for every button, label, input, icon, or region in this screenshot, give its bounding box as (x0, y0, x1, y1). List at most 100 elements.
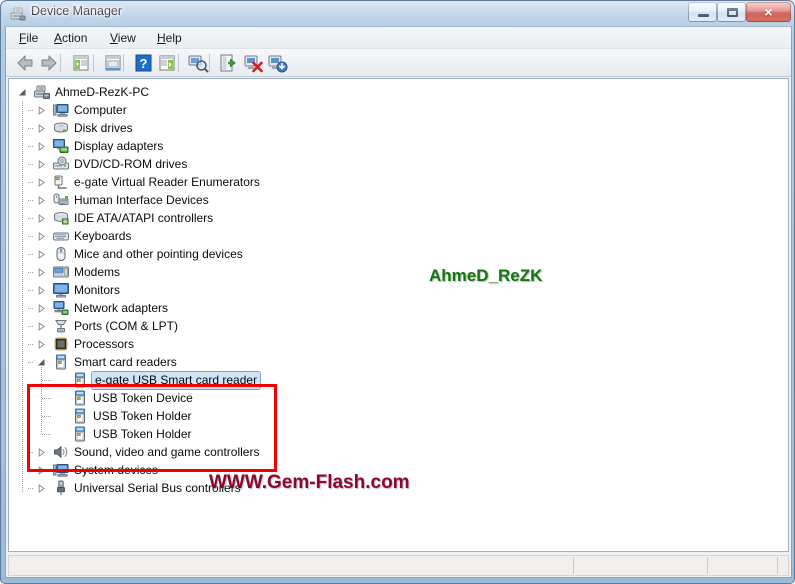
tree-item-label[interactable]: System devices (72, 462, 160, 478)
tree-connector-line (28, 200, 33, 201)
tree-item-label[interactable]: Computer (72, 102, 129, 118)
mouse-icon (53, 246, 69, 262)
tree-item[interactable]: System devices (9, 461, 788, 479)
device-manager-window: Device Manager × File Action View Help ? Ah… (0, 0, 795, 584)
tree-item[interactable]: e-gate Virtual Reader Enumerators (9, 173, 788, 191)
expand-triangle-icon[interactable] (37, 106, 46, 115)
usb-controller-icon (53, 480, 69, 496)
expand-triangle-icon[interactable] (37, 250, 46, 259)
tree-item[interactable]: Universal Serial Bus controllers (9, 479, 788, 497)
tree-item-label[interactable]: Monitors (72, 282, 122, 298)
tree-item[interactable]: Modems (9, 263, 788, 281)
collapse-triangle-icon[interactable] (18, 88, 27, 97)
back-button[interactable] (14, 52, 36, 74)
tree-item[interactable]: Disk drives (9, 119, 788, 137)
tree-item[interactable]: e-gate USB Smart card reader (9, 371, 788, 390)
tree-item-label[interactable]: Sound, video and game controllers (72, 444, 261, 460)
tree-item-label[interactable]: Human Interface Devices (72, 192, 211, 208)
forward-button[interactable] (38, 52, 60, 74)
expand-triangle-icon[interactable] (37, 340, 46, 349)
tree-item-label[interactable]: DVD/CD-ROM drives (72, 156, 189, 172)
smartcard-reader-icon (53, 354, 69, 370)
tree-item[interactable]: Network adapters (9, 299, 788, 317)
expand-triangle-icon[interactable] (37, 178, 46, 187)
tree-item[interactable]: Monitors (9, 281, 788, 299)
update-driver-button[interactable] (218, 52, 240, 74)
expand-triangle-icon[interactable] (37, 484, 46, 493)
tree-item-label-selected[interactable]: e-gate USB Smart card reader (91, 371, 262, 390)
tree-item-label[interactable]: Mice and other pointing devices (72, 246, 245, 262)
expand-triangle-icon[interactable] (37, 214, 46, 223)
menu-item-action[interactable]: Action (47, 30, 94, 47)
properties-button[interactable] (102, 52, 124, 74)
expand-triangle-icon[interactable] (37, 286, 46, 295)
device-manager-icon (10, 6, 26, 22)
tree-item[interactable]: USB Token Holder (9, 425, 788, 443)
expand-triangle-icon[interactable] (37, 466, 46, 475)
forward-arrow-icon (38, 55, 60, 78)
tree-connector-line (28, 344, 33, 345)
collapse-triangle-icon[interactable] (37, 358, 46, 367)
tree-item-label[interactable]: Ports (COM & LPT) (72, 318, 180, 334)
dvd-drive-icon (53, 156, 69, 172)
device-tree-panel[interactable]: AhmeD-RezK-PC Computer Disk drives Display … (8, 78, 789, 552)
expand-triangle-icon[interactable] (37, 322, 46, 331)
help-button[interactable]: ? (132, 52, 154, 74)
expand-triangle-icon[interactable] (37, 268, 46, 277)
tree-connector-line (28, 272, 33, 273)
tree-item[interactable]: Sound, video and game controllers (9, 443, 788, 461)
tree-item-label[interactable]: USB Token Holder (91, 408, 194, 424)
tree-item[interactable]: USB Token Holder (9, 407, 788, 425)
tree-item[interactable]: Human Interface Devices (9, 191, 788, 209)
tree-item[interactable]: USB Token Device (9, 389, 788, 407)
tree-item[interactable]: DVD/CD-ROM drives (9, 155, 788, 173)
expand-triangle-icon[interactable] (37, 196, 46, 205)
show-hide-console-tree-button[interactable] (70, 52, 92, 74)
menu-item-view[interactable]: View (103, 30, 143, 47)
tree-item-label[interactable]: Processors (72, 336, 136, 352)
disable-device-button[interactable] (266, 52, 288, 74)
tree-item[interactable]: Smart card readers (9, 353, 788, 371)
tree-item-label[interactable]: Modems (72, 264, 122, 280)
tree-connector-line (28, 452, 33, 453)
back-arrow-icon (14, 55, 36, 78)
status-bar-pane (574, 556, 711, 575)
menu-item-help[interactable]: Help (150, 30, 189, 47)
tree-item-label[interactable]: Smart card readers (72, 354, 179, 370)
tree-item-label[interactable]: USB Token Device (91, 390, 195, 406)
tree-item[interactable]: Mice and other pointing devices (9, 245, 788, 263)
expand-triangle-icon[interactable] (37, 304, 46, 313)
tree-item-label[interactable]: Network adapters (72, 300, 170, 316)
tree-item-label[interactable]: Display adapters (72, 138, 165, 154)
tree-item-label[interactable]: Disk drives (72, 120, 135, 136)
toolbar: ? (6, 49, 791, 77)
tree-item[interactable]: IDE ATA/ATAPI controllers (9, 209, 788, 227)
expand-triangle-icon[interactable] (37, 124, 46, 133)
tree-item[interactable]: Keyboards (9, 227, 788, 245)
tree-item[interactable]: Ports (COM & LPT) (9, 317, 788, 335)
tree-item-label[interactable]: e-gate Virtual Reader Enumerators (72, 174, 262, 190)
minimize-button[interactable] (688, 2, 717, 22)
tree-item-label[interactable]: IDE ATA/ATAPI controllers (72, 210, 215, 226)
tree-item-label[interactable]: Keyboards (72, 228, 133, 244)
tree-item-label[interactable]: Universal Serial Bus controllers (72, 480, 243, 496)
tree-item-label[interactable]: AhmeD-RezK-PC (53, 84, 151, 100)
menu-item-file[interactable]: File (12, 30, 45, 47)
close-button[interactable]: × (746, 2, 791, 22)
uninstall-device-button[interactable] (242, 52, 264, 74)
tree-item[interactable]: Display adapters (9, 137, 788, 155)
show-hide-action-pane-button[interactable] (156, 52, 178, 74)
maximize-button[interactable] (717, 2, 746, 22)
expand-triangle-icon[interactable] (37, 160, 46, 169)
scan-for-hardware-changes-button[interactable] (187, 52, 209, 74)
tree-item[interactable]: Processors (9, 335, 788, 353)
expand-triangle-icon[interactable] (37, 232, 46, 241)
tree-item-label[interactable]: USB Token Holder (91, 426, 194, 442)
tree-connector-line (28, 290, 33, 291)
tree-item[interactable]: Computer (9, 101, 788, 119)
expand-triangle-icon[interactable] (37, 448, 46, 457)
tree-item[interactable]: AhmeD-RezK-PC (9, 83, 788, 101)
tree-connector-line (28, 128, 33, 129)
device-tree[interactable]: AhmeD-RezK-PC Computer Disk drives Display … (9, 79, 788, 551)
expand-triangle-icon[interactable] (37, 142, 46, 151)
